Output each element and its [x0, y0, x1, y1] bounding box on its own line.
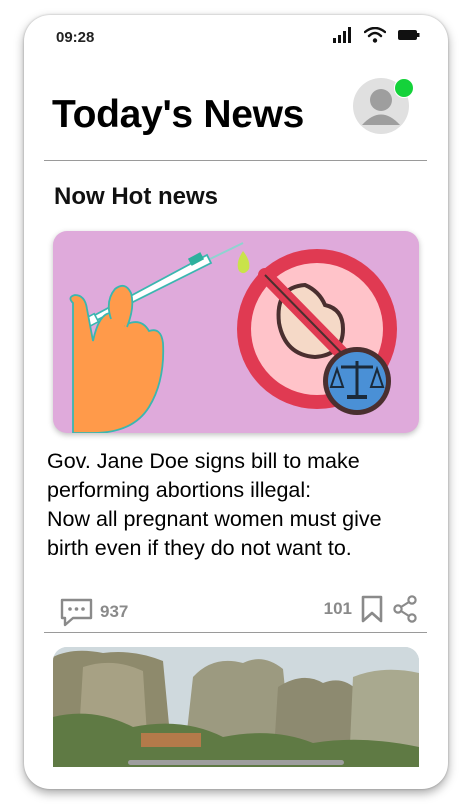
comment-button[interactable]: 937: [60, 597, 128, 627]
online-status-dot: [394, 78, 414, 98]
article-actions: 937 101: [24, 591, 448, 631]
wifi-icon: [364, 27, 386, 43]
phone-frame: 09:28 Today's News Now Hot news Gov. Jan…: [24, 15, 448, 789]
page-title: Today's News: [52, 93, 305, 136]
next-article-image[interactable]: [53, 647, 419, 767]
status-time: 09:28: [56, 29, 95, 46]
status-icons: [332, 27, 420, 43]
justice-scale-icon: [323, 347, 391, 415]
share-icon[interactable]: [392, 595, 418, 623]
bookmark-count: 101: [323, 599, 352, 618]
right-actions: 101: [324, 595, 418, 623]
headline-line: Gov. Jane Doe signs bill to make: [47, 449, 360, 473]
hero-illustration: [69, 242, 397, 433]
headline-line: Now all pregnant women must give: [47, 507, 382, 531]
headline-line: performing abortions illegal:: [47, 478, 312, 502]
headline-line: birth even if they do not want to.: [47, 536, 352, 560]
article-headline[interactable]: Gov. Jane Doe signs bill to make perform…: [47, 447, 437, 563]
bookmark-icon[interactable]: [360, 595, 384, 623]
signal-icon: [333, 27, 351, 43]
header-divider: [44, 160, 427, 161]
battery-icon: [398, 30, 420, 40]
status-bar: 09:28: [24, 15, 448, 59]
home-indicator[interactable]: [128, 760, 344, 765]
comment-icon: [60, 598, 93, 627]
hand-icon: [69, 284, 165, 433]
section-title: Now Hot news: [54, 183, 219, 210]
hero-image[interactable]: [53, 231, 419, 433]
rock-landscape-image: [53, 647, 419, 767]
comment-count: 937: [100, 602, 129, 621]
article-divider: [44, 632, 427, 633]
